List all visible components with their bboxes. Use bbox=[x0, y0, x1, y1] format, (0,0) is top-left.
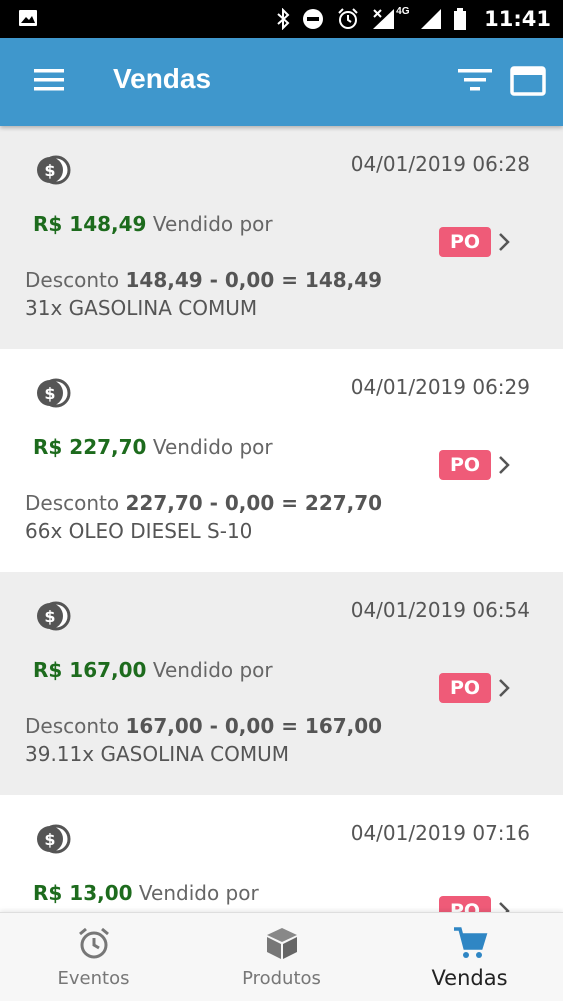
product-line: 66x OLEO DIESEL S-10 bbox=[25, 519, 253, 543]
status-badge: PO bbox=[439, 896, 491, 912]
sale-card[interactable]: $ 04/01/2019 06:29 R$ 227,70 Vendido por… bbox=[0, 349, 563, 573]
status-bar: 4G 11:41 bbox=[0, 0, 563, 38]
svg-text:$: $ bbox=[44, 384, 55, 403]
shopping-cart-icon bbox=[452, 925, 488, 961]
do-not-disturb-icon bbox=[302, 8, 324, 30]
nav-item-eventos[interactable]: Eventos bbox=[0, 913, 187, 1001]
sale-amount: R$ 167,00 bbox=[33, 658, 147, 682]
sale-card[interactable]: $ 04/01/2019 07:16 R$ 13,00 Vendido por … bbox=[0, 795, 563, 912]
coins-icon: $ bbox=[34, 373, 72, 413]
svg-text:$: $ bbox=[44, 607, 55, 626]
chevron-right-icon[interactable] bbox=[497, 901, 511, 912]
status-badge: PO bbox=[439, 450, 491, 480]
coins-icon: $ bbox=[34, 596, 72, 636]
chevron-right-icon[interactable] bbox=[497, 678, 511, 698]
sale-amount-line: R$ 148,49 Vendido por bbox=[33, 212, 273, 236]
app-bar: Vendas bbox=[0, 38, 563, 126]
status-badge: PO bbox=[439, 673, 491, 703]
alarm-icon bbox=[336, 7, 360, 31]
sale-datetime: 04/01/2019 06:29 bbox=[350, 375, 530, 399]
sale-datetime: 04/01/2019 06:28 bbox=[350, 152, 530, 176]
nav-label: Vendas bbox=[431, 966, 508, 990]
sale-amount-line: R$ 227,70 Vendido por bbox=[33, 435, 273, 459]
discount-line: Desconto 148,49 - 0,00 = 148,49 bbox=[25, 268, 382, 292]
menu-icon[interactable] bbox=[34, 68, 64, 94]
coins-icon: $ bbox=[34, 150, 72, 190]
status-badge: PO bbox=[439, 227, 491, 257]
discount-calculation: 148,49 - 0,00 = 148,49 bbox=[125, 268, 383, 292]
status-icons: 4G 11:41 bbox=[276, 6, 551, 32]
sale-amount-line: R$ 13,00 Vendido por bbox=[33, 881, 259, 905]
discount-line: Desconto 227,70 - 0,00 = 227,70 bbox=[25, 491, 382, 515]
chevron-right-icon[interactable] bbox=[497, 232, 511, 252]
box-icon bbox=[264, 925, 300, 961]
page-title: Vendas bbox=[113, 63, 212, 94]
window-icon[interactable] bbox=[510, 66, 548, 98]
sale-amount: R$ 13,00 bbox=[33, 881, 133, 905]
chevron-right-icon[interactable] bbox=[497, 455, 511, 475]
discount-label: Desconto bbox=[25, 714, 120, 738]
discount-label: Desconto bbox=[25, 268, 120, 292]
sale-amount: R$ 148,49 bbox=[33, 212, 147, 236]
battery-icon bbox=[454, 8, 467, 30]
product-line: 31x GASOLINA COMUM bbox=[25, 296, 258, 320]
svg-text:$: $ bbox=[44, 161, 55, 180]
filter-icon[interactable] bbox=[456, 66, 494, 100]
sold-by-label: Vendido por bbox=[152, 658, 273, 682]
bluetooth-icon bbox=[276, 8, 290, 30]
sale-card[interactable]: $ 04/01/2019 06:54 R$ 167,00 Vendido por… bbox=[0, 572, 563, 796]
image-icon bbox=[18, 9, 38, 27]
product-line: 39.11x GASOLINA COMUM bbox=[25, 742, 289, 766]
network-type: 4G bbox=[396, 6, 410, 17]
nav-label: Produtos bbox=[242, 968, 321, 989]
svg-text:$: $ bbox=[44, 830, 55, 849]
nav-item-produtos[interactable]: Produtos bbox=[188, 913, 375, 1001]
sold-by-label: Vendido por bbox=[138, 881, 259, 905]
nav-label: Eventos bbox=[57, 968, 130, 989]
sale-datetime: 04/01/2019 06:54 bbox=[350, 598, 530, 622]
status-time: 11:41 bbox=[484, 7, 551, 31]
bottom-navigation: Eventos Produtos Vendas bbox=[0, 912, 563, 1001]
discount-calculation: 167,00 - 0,00 = 167,00 bbox=[125, 714, 383, 738]
discount-label: Desconto bbox=[25, 491, 120, 515]
alarm-clock-icon bbox=[76, 925, 112, 961]
discount-line: Desconto 167,00 - 0,00 = 167,00 bbox=[25, 714, 382, 738]
sold-by-label: Vendido por bbox=[152, 435, 273, 459]
sale-amount: R$ 227,70 bbox=[33, 435, 147, 459]
sold-by-label: Vendido por bbox=[152, 212, 273, 236]
sale-amount-line: R$ 167,00 Vendido por bbox=[33, 658, 273, 682]
sales-list[interactable]: $ 04/01/2019 06:28 R$ 148,49 Vendido por… bbox=[0, 126, 563, 912]
nav-item-vendas[interactable]: Vendas bbox=[376, 913, 563, 1001]
sale-datetime: 04/01/2019 07:16 bbox=[350, 821, 530, 845]
coins-icon: $ bbox=[34, 819, 72, 859]
signal-icon: 4G bbox=[372, 6, 409, 30]
discount-calculation: 227,70 - 0,00 = 227,70 bbox=[125, 491, 383, 515]
signal-bars-icon bbox=[420, 8, 442, 30]
sale-card[interactable]: $ 04/01/2019 06:28 R$ 148,49 Vendido por… bbox=[0, 126, 563, 350]
